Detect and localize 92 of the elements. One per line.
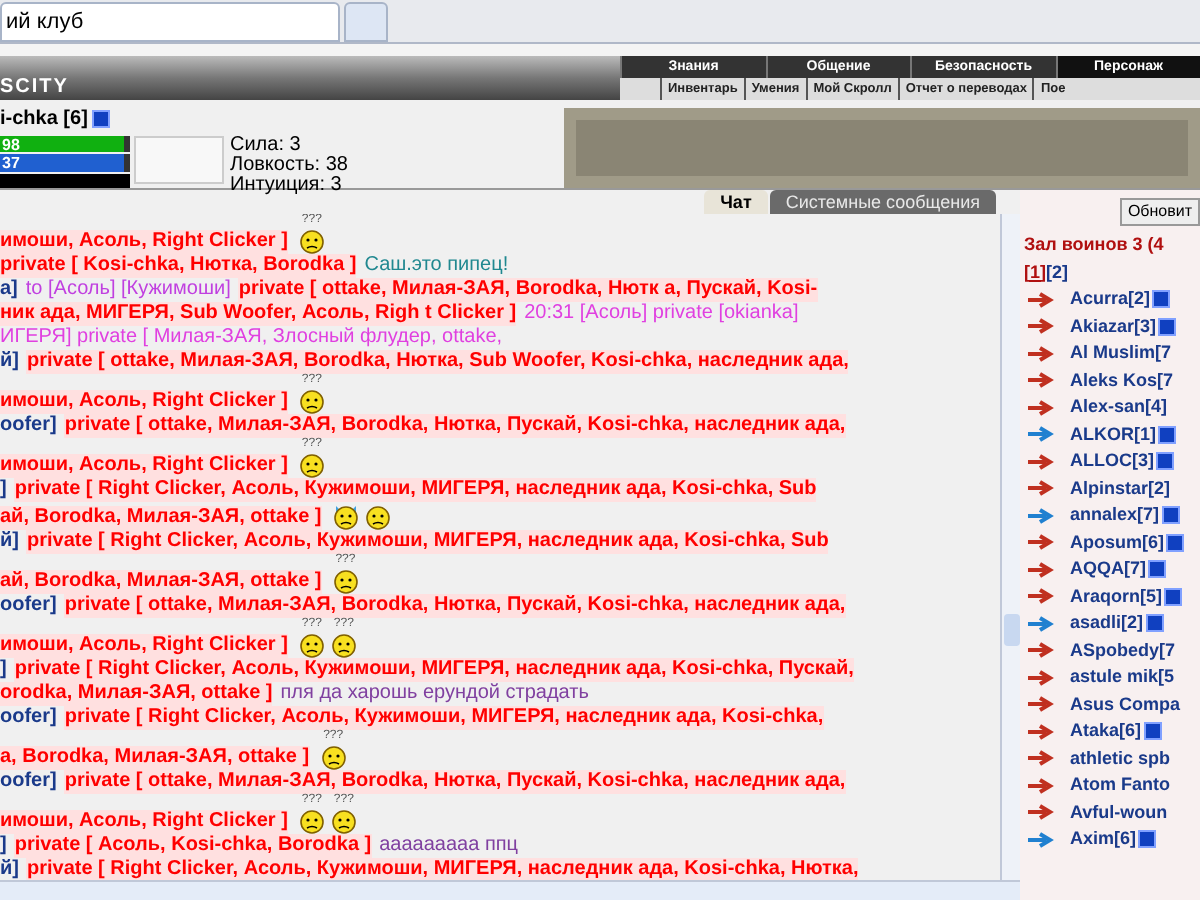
browser-tab[interactable]: ий клуб	[0, 2, 340, 42]
player-name[interactable]: asadli[2]	[1070, 610, 1144, 637]
player-name[interactable]: AQQA[7]	[1070, 556, 1146, 583]
player-name[interactable]: annalex[7]	[1070, 502, 1160, 529]
chat-message: 20:31 [Асоль] private [okianka]	[524, 302, 799, 326]
page-link[interactable]: [2]	[1046, 259, 1068, 286]
cat-smiley-icon	[331, 502, 360, 530]
player-name[interactable]: Axim[6]	[1070, 826, 1137, 853]
player-name[interactable]: Aposum[6]	[1070, 529, 1164, 556]
chat-message: ааааааааа ппц	[379, 834, 519, 858]
smiley-icon	[297, 806, 326, 834]
horizontal-scrollbar[interactable]	[0, 880, 1020, 900]
chat-nick[interactable]: й]	[0, 858, 19, 880]
smiley-icon	[297, 226, 326, 254]
player-name[interactable]: ALLOC[3]	[1070, 448, 1154, 475]
private-recipients: имоши, Асоль, Right Clicker ]	[0, 810, 288, 834]
private-recipients: ник ада, МИГЕРЯ, Sub Woofer, Асоль, Righ t Clicker ]	[0, 302, 517, 326]
player-name[interactable]: Aleks Kos[7	[1070, 367, 1174, 394]
player-name[interactable]: ALKOR[1]	[1070, 421, 1156, 448]
chat-nick[interactable]: й]	[0, 530, 19, 554]
chat-nick[interactable]: oofer]	[0, 706, 57, 730]
private-recipients: private [ ottake, Милая-ЗАЯ, Borodka, Нютк а, Пускай, Kosi-	[238, 278, 818, 302]
private-recipients: имоши, Асоль, Right Clicker ]	[0, 390, 288, 414]
stat-text: Сила: 3	[230, 136, 303, 156]
chat-nick[interactable]: oofer]	[0, 770, 57, 794]
character-name: i-chka [6]	[0, 106, 88, 134]
player-name[interactable]: Avful-woun	[1070, 799, 1168, 826]
player-name[interactable]: Acurra[2]	[1070, 286, 1151, 313]
chat-message: ИГЕРЯ] private [ Милая-ЗАЯ, Злосный флудер, ottake,	[0, 326, 503, 350]
player-name[interactable]: Atom Fanto	[1070, 772, 1170, 799]
private-recipients: ай, Borodka, Милая-ЗАЯ, ottake ]	[0, 570, 322, 594]
player-name[interactable]: Ataka[6]	[1070, 718, 1142, 745]
smiley-icon	[329, 806, 358, 834]
scrollbar[interactable]	[1000, 214, 1020, 880]
smiley-icon	[363, 502, 392, 530]
site-logo: SCITY	[0, 76, 69, 100]
private-recipients: private [ ottake, Милая-ЗАЯ, Borodka, Нютка, Пускай, Kosi-chka, наследник ада,	[64, 770, 846, 794]
chat-message: пля да харошь ерундой страдать	[280, 682, 589, 706]
chat-message: Саш.это пипец!	[364, 254, 509, 278]
smiley-icon	[297, 386, 326, 414]
chat-nick[interactable]: ]	[0, 834, 7, 858]
chat-tab[interactable]: Чат	[704, 190, 768, 214]
private-recipients: private [ ottake, Милая-ЗАЯ, Borodka, Нютка, Пускай, Kosi-chka, наследник ада,	[64, 594, 846, 618]
avatar-placeholder	[0, 173, 130, 189]
player-name[interactable]: Alpinstar[2]	[1070, 475, 1171, 502]
chat-message: to [Асоль] [Кужимоши]	[25, 278, 231, 302]
smiley-icon	[319, 742, 348, 770]
info-icon[interactable]	[1143, 722, 1162, 741]
player-name[interactable]: Alex-san[4]	[1070, 394, 1168, 421]
player-name[interactable]: astule mik[5	[1070, 664, 1175, 691]
private-recipients: private [ Right Clicker, Асоль, Кужимоши, МИГЕРЯ, наследник ада, Kosi-chka,	[64, 706, 824, 730]
smiley-icon	[297, 630, 326, 658]
private-recipients: private [ Асоль, Kosi-chka, Borodka ]	[14, 834, 372, 858]
chat-nick[interactable]: й]	[0, 350, 19, 374]
private-recipients: a, Borodka, Милая-ЗАЯ, ottake ]	[0, 746, 310, 770]
page-link[interactable]: [1]	[1024, 259, 1046, 286]
smiley-icon	[329, 630, 358, 658]
private-recipients: private [ Right Clicker, Асоль, Кужимоши, МИГЕРЯ, наследник ада, Kosi-chka, Sub	[14, 478, 817, 502]
stat-text: Интуиция: 3	[230, 176, 344, 196]
player-name[interactable]: ASpobedy[7	[1070, 637, 1176, 664]
stat-text: Ловкость: 38	[230, 156, 348, 176]
chat-nick[interactable]: oofer]	[0, 414, 57, 438]
player-name[interactable]: Akiazar[3]	[1070, 313, 1157, 340]
private-recipients: имоши, Асоль, Right Clicker ]	[0, 634, 288, 658]
player-name[interactable]: athletic spb	[1070, 745, 1171, 772]
player-name[interactable]: Araqorn[5]	[1070, 583, 1163, 610]
info-icon[interactable]	[1138, 830, 1157, 849]
chat-nick[interactable]: a]	[0, 278, 18, 302]
room-title: Зал воинов 3 (4	[1024, 232, 1166, 258]
private-recipients: имоши, Асоль, Right Clicker ]	[0, 230, 288, 254]
scroll-thumb[interactable]	[1004, 614, 1020, 646]
player-name[interactable]: Asus Compa	[1070, 691, 1181, 718]
private-recipients: private [ Right Clicker, Асоль, Кужимоши, МИГЕРЯ, наследник ада, Kosi-chka, Sub	[26, 530, 829, 554]
private-recipients: private [ ottake, Милая-ЗАЯ, Borodka, Нютка, Пускай, Kosi-chka, наследник ада,	[64, 414, 846, 438]
bar-value: 98	[2, 136, 20, 154]
player-name[interactable]: Al Muslim[7	[1070, 340, 1172, 367]
smiley-icon	[331, 566, 360, 594]
chat-nick[interactable]: ]	[0, 478, 7, 502]
private-recipients: private [ ottake, Милая-ЗАЯ, Borodka, Нютка, Sub Woofer, Kosi-chka, наследник ада,	[26, 350, 849, 374]
private-recipients: private [ Right Clicker, Асоль, Кужимоши, МИГЕРЯ, наследник ада, Kosi-chka, Пускай,	[14, 658, 854, 682]
info-icon[interactable]	[91, 110, 110, 128]
private-recipients: имоши, Асоль, Right Clicker ]	[0, 454, 288, 478]
private-recipients: orodka, Милая-ЗАЯ, ottake ]	[0, 682, 273, 706]
private-recipients: private [ Right Clicker, Асоль, Кужимоши, МИГЕРЯ, наследник ада, Kosi-chka, Нютка,	[26, 858, 859, 880]
refresh-button[interactable]: Обновит	[1119, 198, 1200, 226]
chat-tab[interactable]: Системные сообщения	[769, 190, 996, 214]
private-recipients: ай, Borodka, Милая-ЗАЯ, ottake ]	[0, 506, 322, 530]
chat-nick[interactable]: oofer]	[0, 594, 57, 618]
private-recipients: private [ Kosi-chka, Нютка, Borodka ]	[0, 254, 357, 278]
bar-value: 37	[2, 154, 20, 173]
smiley-icon	[297, 450, 326, 478]
chat-nick[interactable]: ]	[0, 658, 7, 682]
